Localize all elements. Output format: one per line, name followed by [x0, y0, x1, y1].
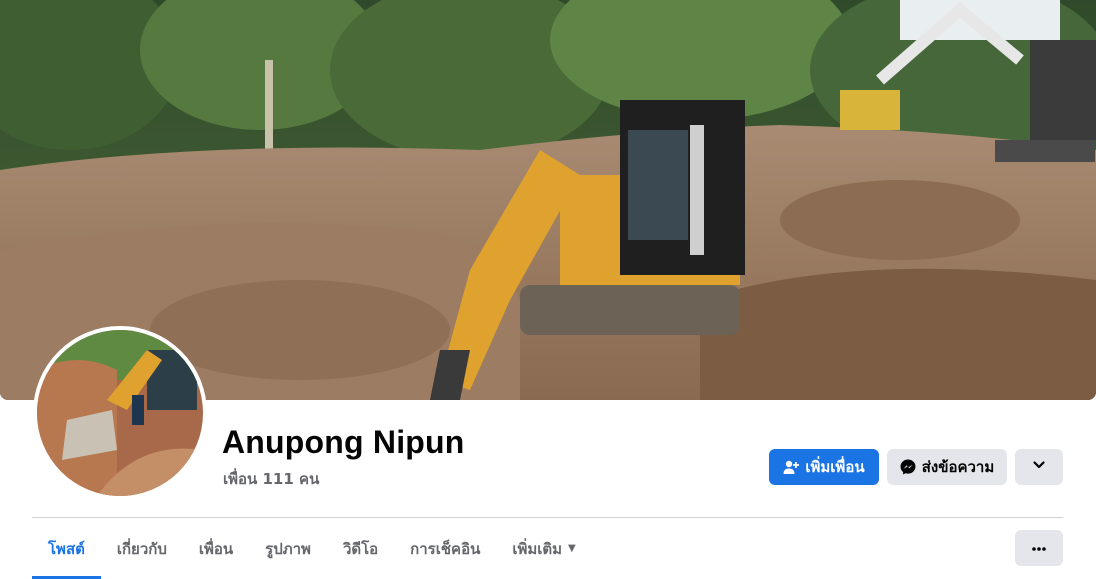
friends-count[interactable]: เพื่อน 111 คน	[223, 467, 319, 491]
add-friend-label: เพิ่มเพื่อน	[805, 458, 865, 476]
add-friend-button[interactable]: เพิ่มเพื่อน	[769, 449, 879, 485]
add-friend-icon	[783, 459, 800, 475]
ellipsis-icon	[1031, 539, 1047, 557]
tab-about[interactable]: เกี่ยวกับ	[101, 518, 183, 579]
tab-friends-label: เพื่อน	[198, 539, 234, 558]
tab-posts-label: โพสต์	[48, 539, 85, 558]
messenger-icon	[900, 459, 916, 475]
message-button[interactable]: ส่งข้อความ	[887, 449, 1007, 485]
profile-tabs: โพสต์ เกี่ยวกับ เพื่อน รูปภาพ วิดีโอ การ…	[32, 518, 592, 579]
more-options-button[interactable]	[1015, 449, 1063, 485]
tab-checkins[interactable]: การเช็คอิน	[394, 518, 496, 579]
profile-name: Anupong Nipun	[222, 424, 465, 460]
tab-checkins-label: การเช็คอิน	[410, 539, 481, 558]
tabs-more-button[interactable]	[1015, 530, 1063, 566]
tab-photos[interactable]: รูปภาพ	[249, 518, 327, 579]
tab-friends[interactable]: เพื่อน	[183, 518, 249, 579]
avatar[interactable]	[37, 330, 203, 496]
tab-posts[interactable]: โพสต์	[32, 518, 101, 579]
tab-videos-label: วิดีโอ	[342, 539, 379, 558]
chevron-down-icon	[1032, 458, 1046, 476]
caret-down-icon: ▼	[568, 543, 576, 554]
tab-photos-label: รูปภาพ	[265, 539, 311, 558]
tab-more[interactable]: เพิ่มเติม ▼	[496, 518, 591, 579]
message-label: ส่งข้อความ	[921, 458, 995, 476]
tab-about-label: เกี่ยวกับ	[116, 539, 167, 558]
tab-more-label: เพิ่มเติม	[512, 539, 563, 558]
tab-videos[interactable]: วิดีโอ	[327, 518, 394, 579]
